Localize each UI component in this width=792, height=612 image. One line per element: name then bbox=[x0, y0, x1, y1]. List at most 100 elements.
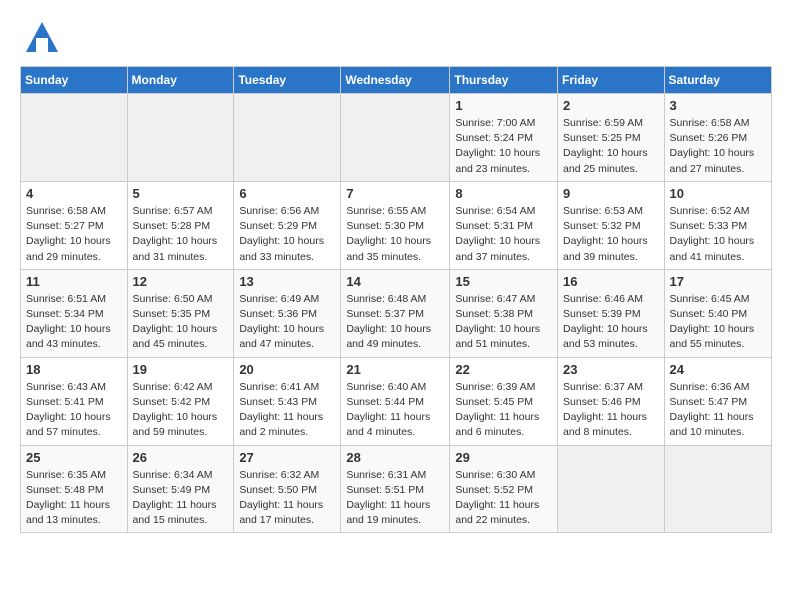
calendar-day-3: 3 Sunrise: 6:58 AMSunset: 5:26 PMDaylight… bbox=[664, 94, 771, 182]
calendar-week-2: 4Sunrise: 6:58 AMSunset: 5:27 PMDaylight… bbox=[21, 181, 772, 269]
day-number: 7 bbox=[346, 186, 444, 201]
day-number: 25 bbox=[26, 450, 122, 465]
header-day-friday: Friday bbox=[558, 67, 665, 94]
day-detail: Sunrise: 6:30 AMSunset: 5:52 PMDaylight:… bbox=[455, 468, 552, 529]
day-detail: Sunrise: 6:59 AMSunset: 5:25 PMDaylight:… bbox=[563, 116, 659, 177]
day-detail: Sunrise: 6:46 AMSunset: 5:39 PMDaylight:… bbox=[563, 292, 659, 353]
header-day-sunday: Sunday bbox=[21, 67, 128, 94]
day-number: 16 bbox=[563, 274, 659, 289]
calendar-day-28: 28Sunrise: 6:31 AMSunset: 5:51 PMDayligh… bbox=[341, 445, 450, 533]
calendar-day-19: 19 Sunrise: 6:42 AMSunset: 5:42 PMDayligh… bbox=[127, 357, 234, 445]
calendar-header: SundayMondayTuesdayWednesdayThursdayFrid… bbox=[21, 67, 772, 94]
day-detail: Sunrise: 7:00 AMSunset: 5:24 PMDaylight:… bbox=[455, 116, 552, 177]
day-detail: Sunrise: 6:49 AMSunset: 5:36 PMDaylight:… bbox=[239, 292, 335, 353]
day-detail: Sunrise: 6:48 AMSunset: 5:37 PMDaylight:… bbox=[346, 292, 444, 353]
empty-cell bbox=[664, 445, 771, 533]
day-number: 5 bbox=[133, 186, 229, 201]
day-number: 13 bbox=[239, 274, 335, 289]
calendar-week-4: 18 Sunrise: 6:43 AMSunset: 5:41 PMDayligh… bbox=[21, 357, 772, 445]
day-detail: Sunrise: 6:52 AMSunset: 5:33 PMDaylight:… bbox=[670, 204, 766, 265]
day-number: 8 bbox=[455, 186, 552, 201]
page-header bbox=[20, 20, 772, 56]
day-detail: Sunrise: 6:51 AMSunset: 5:34 PMDaylight:… bbox=[26, 292, 122, 353]
day-number: 26 bbox=[133, 450, 229, 465]
calendar-day-29: 29 Sunrise: 6:30 AMSunset: 5:52 PMDayligh… bbox=[450, 445, 558, 533]
day-number: 19 bbox=[133, 362, 229, 377]
day-detail: Sunrise: 6:37 AMSunset: 5:46 PMDaylight:… bbox=[563, 380, 659, 441]
day-number: 4 bbox=[26, 186, 122, 201]
day-detail: Sunrise: 6:36 AMSunset: 5:47 PMDaylight:… bbox=[670, 380, 766, 441]
day-number: 22 bbox=[455, 362, 552, 377]
day-number: 12 bbox=[133, 274, 229, 289]
calendar-day-20: 20Sunrise: 6:41 AMSunset: 5:43 PMDayligh… bbox=[234, 357, 341, 445]
day-number: 20 bbox=[239, 362, 335, 377]
day-number: 6 bbox=[239, 186, 335, 201]
day-detail: Sunrise: 6:31 AMSunset: 5:51 PMDaylight:… bbox=[346, 468, 444, 529]
empty-cell bbox=[234, 94, 341, 182]
calendar-day-11: 11 Sunrise: 6:51 AMSunset: 5:34 PMDayligh… bbox=[21, 269, 128, 357]
header-day-monday: Monday bbox=[127, 67, 234, 94]
day-detail: Sunrise: 6:50 AMSunset: 5:35 PMDaylight:… bbox=[133, 292, 229, 353]
day-number: 18 bbox=[26, 362, 122, 377]
calendar-day-6: 6 Sunrise: 6:56 AMSunset: 5:29 PMDaylight… bbox=[234, 181, 341, 269]
day-detail: Sunrise: 6:39 AMSunset: 5:45 PMDaylight:… bbox=[455, 380, 552, 441]
day-detail: Sunrise: 6:42 AMSunset: 5:42 PMDaylight:… bbox=[133, 380, 229, 441]
calendar-day-25: 25 Sunrise: 6:35 AMSunset: 5:48 PMDayligh… bbox=[21, 445, 128, 533]
day-number: 15 bbox=[455, 274, 552, 289]
header-day-thursday: Thursday bbox=[450, 67, 558, 94]
calendar-day-21: 21 Sunrise: 6:40 AMSunset: 5:44 PMDayligh… bbox=[341, 357, 450, 445]
day-detail: Sunrise: 6:58 AMSunset: 5:26 PMDaylight:… bbox=[670, 116, 766, 177]
calendar-day-7: 7Sunrise: 6:55 AMSunset: 5:30 PMDaylight… bbox=[341, 181, 450, 269]
calendar-day-15: 15 Sunrise: 6:47 AMSunset: 5:38 PMDayligh… bbox=[450, 269, 558, 357]
day-number: 11 bbox=[26, 274, 122, 289]
empty-cell bbox=[341, 94, 450, 182]
day-detail: Sunrise: 6:56 AMSunset: 5:29 PMDaylight:… bbox=[239, 204, 335, 265]
calendar-day-13: 13 Sunrise: 6:49 AMSunset: 5:36 PMDayligh… bbox=[234, 269, 341, 357]
logo-icon bbox=[20, 20, 64, 56]
day-detail: Sunrise: 6:40 AMSunset: 5:44 PMDaylight:… bbox=[346, 380, 444, 441]
day-number: 21 bbox=[346, 362, 444, 377]
calendar-day-1: 1 Sunrise: 7:00 AMSunset: 5:24 PMDaylight… bbox=[450, 94, 558, 182]
empty-cell bbox=[127, 94, 234, 182]
calendar-week-5: 25 Sunrise: 6:35 AMSunset: 5:48 PMDayligh… bbox=[21, 445, 772, 533]
day-number: 27 bbox=[239, 450, 335, 465]
calendar-day-18: 18 Sunrise: 6:43 AMSunset: 5:41 PMDayligh… bbox=[21, 357, 128, 445]
calendar-day-9: 9Sunrise: 6:53 AMSunset: 5:32 PMDaylight… bbox=[558, 181, 665, 269]
calendar-day-14: 14 Sunrise: 6:48 AMSunset: 5:37 PMDayligh… bbox=[341, 269, 450, 357]
calendar-day-12: 12 Sunrise: 6:50 AMSunset: 5:35 PMDayligh… bbox=[127, 269, 234, 357]
day-number: 17 bbox=[670, 274, 766, 289]
calendar-day-10: 10 Sunrise: 6:52 AMSunset: 5:33 PMDayligh… bbox=[664, 181, 771, 269]
calendar-week-1: 1 Sunrise: 7:00 AMSunset: 5:24 PMDaylight… bbox=[21, 94, 772, 182]
day-detail: Sunrise: 6:32 AMSunset: 5:50 PMDaylight:… bbox=[239, 468, 335, 529]
empty-cell bbox=[558, 445, 665, 533]
day-number: 2 bbox=[563, 98, 659, 113]
calendar-day-2: 2 Sunrise: 6:59 AMSunset: 5:25 PMDaylight… bbox=[558, 94, 665, 182]
calendar-day-24: 24 Sunrise: 6:36 AMSunset: 5:47 PMDayligh… bbox=[664, 357, 771, 445]
empty-cell bbox=[21, 94, 128, 182]
day-detail: Sunrise: 6:43 AMSunset: 5:41 PMDaylight:… bbox=[26, 380, 122, 441]
day-detail: Sunrise: 6:34 AMSunset: 5:49 PMDaylight:… bbox=[133, 468, 229, 529]
calendar-week-3: 11 Sunrise: 6:51 AMSunset: 5:34 PMDayligh… bbox=[21, 269, 772, 357]
day-number: 14 bbox=[346, 274, 444, 289]
calendar-day-17: 17 Sunrise: 6:45 AMSunset: 5:40 PMDayligh… bbox=[664, 269, 771, 357]
header-row: SundayMondayTuesdayWednesdayThursdayFrid… bbox=[21, 67, 772, 94]
day-detail: Sunrise: 6:35 AMSunset: 5:48 PMDaylight:… bbox=[26, 468, 122, 529]
day-number: 9 bbox=[563, 186, 659, 201]
header-day-wednesday: Wednesday bbox=[341, 67, 450, 94]
day-detail: Sunrise: 6:45 AMSunset: 5:40 PMDaylight:… bbox=[670, 292, 766, 353]
calendar-body: 1 Sunrise: 7:00 AMSunset: 5:24 PMDaylight… bbox=[21, 94, 772, 533]
day-detail: Sunrise: 6:47 AMSunset: 5:38 PMDaylight:… bbox=[455, 292, 552, 353]
day-detail: Sunrise: 6:57 AMSunset: 5:28 PMDaylight:… bbox=[133, 204, 229, 265]
logo bbox=[20, 20, 68, 56]
day-number: 3 bbox=[670, 98, 766, 113]
calendar-day-16: 16 Sunrise: 6:46 AMSunset: 5:39 PMDayligh… bbox=[558, 269, 665, 357]
day-detail: Sunrise: 6:54 AMSunset: 5:31 PMDaylight:… bbox=[455, 204, 552, 265]
day-number: 23 bbox=[563, 362, 659, 377]
calendar-day-27: 27 Sunrise: 6:32 AMSunset: 5:50 PMDayligh… bbox=[234, 445, 341, 533]
day-number: 10 bbox=[670, 186, 766, 201]
day-number: 1 bbox=[455, 98, 552, 113]
day-number: 29 bbox=[455, 450, 552, 465]
day-number: 24 bbox=[670, 362, 766, 377]
calendar-day-5: 5 Sunrise: 6:57 AMSunset: 5:28 PMDaylight… bbox=[127, 181, 234, 269]
calendar-day-8: 8 Sunrise: 6:54 AMSunset: 5:31 PMDaylight… bbox=[450, 181, 558, 269]
